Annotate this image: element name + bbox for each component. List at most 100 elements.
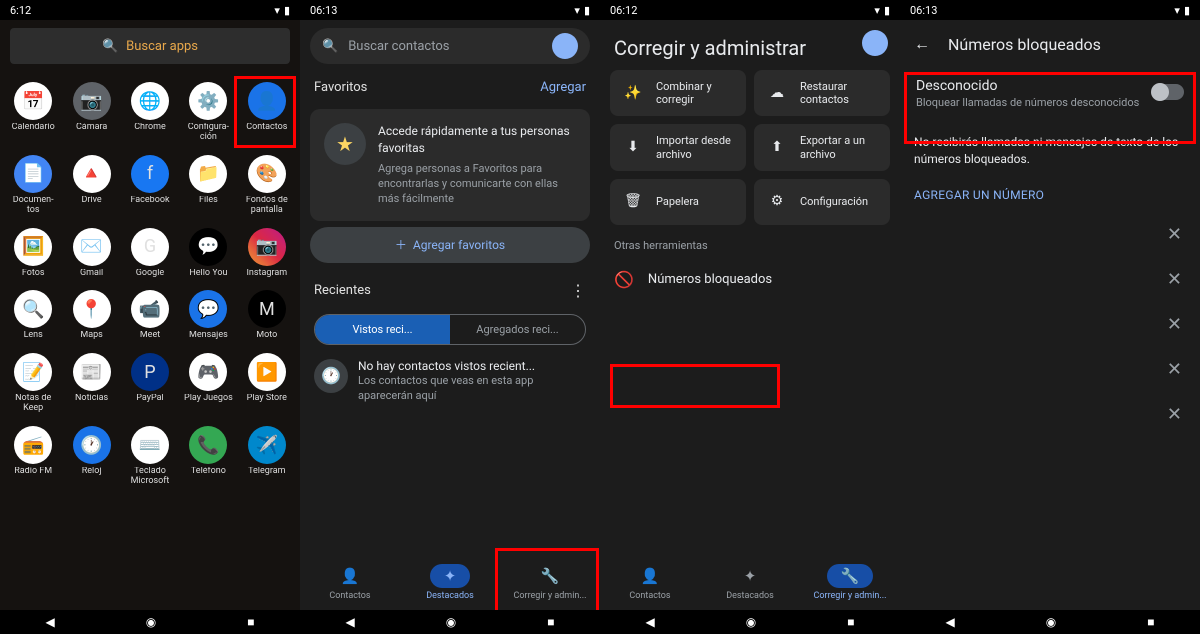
app-mensajes[interactable]: 💬Mensajes (179, 286, 237, 345)
app-telfono[interactable]: 📞Teléfono (179, 422, 237, 491)
app-chrome[interactable]: 🌐Chrome (121, 78, 179, 147)
app-helloyou[interactable]: 💬Hello You (179, 224, 237, 283)
nav-recent-icon[interactable]: ■ (247, 615, 254, 629)
action-card[interactable]: ⬇Importar desde archivo (610, 124, 746, 170)
remove-icon[interactable]: ✕ (1167, 404, 1182, 425)
app-fotos[interactable]: 🖼️Fotos (4, 224, 62, 283)
wifi-icon: ▾ (874, 4, 880, 17)
nav-contacts[interactable]: 👤Contactos (600, 554, 700, 610)
action-card[interactable]: ✨Combinar y corregir (610, 70, 746, 116)
app-label: Play Store (247, 394, 287, 404)
nav-back-icon[interactable]: ◀ (346, 615, 355, 629)
app-icon: 🕐 (73, 426, 111, 464)
search-apps-bar[interactable]: 🔍 Buscar apps (10, 28, 290, 64)
app-drive[interactable]: 🔺Drive (62, 151, 120, 220)
app-label: Facebook (130, 196, 169, 206)
favorites-subtitle: Agrega personas a Favoritos para encontr… (378, 161, 576, 207)
app-facebook[interactable]: fFacebook (121, 151, 179, 220)
star-plus-icon: ✦ (730, 564, 771, 588)
app-label: Meet (140, 331, 160, 341)
nav-back-icon[interactable]: ◀ (46, 615, 55, 629)
app-icon: P (131, 353, 169, 391)
favorites-text: Accede rápidamente a tus personas favori… (378, 123, 576, 207)
profile-avatar[interactable] (862, 30, 888, 56)
nav-recent-icon[interactable]: ■ (1147, 615, 1154, 629)
app-moto[interactable]: MMoto (238, 286, 296, 345)
app-configuracin[interactable]: ⚙️Configura-ción (179, 78, 237, 147)
nav-home-icon[interactable]: ◉ (746, 615, 756, 629)
app-radiofm[interactable]: 📻Radio FM (4, 422, 62, 491)
system-nav: ◀ ◉ ■ (900, 610, 1200, 634)
add-number-link[interactable]: AGREGAR UN NÚMERO (900, 178, 1200, 212)
app-cmara[interactable]: 📷Cámara (62, 78, 120, 147)
more-icon[interactable]: ⋮ (570, 281, 586, 300)
status-time: 6:12 (10, 4, 31, 17)
search-contacts-bar[interactable]: 🔍 Buscar contactos (310, 28, 590, 64)
remove-icon[interactable]: ✕ (1167, 224, 1182, 245)
nav-recent-icon[interactable]: ■ (847, 615, 854, 629)
app-meet[interactable]: 📹Meet (121, 286, 179, 345)
page-title: Números bloqueados (948, 35, 1101, 54)
profile-avatar[interactable] (552, 33, 578, 59)
app-label: Fotos (22, 269, 45, 279)
nav-back-icon[interactable]: ◀ (646, 615, 655, 629)
app-icon: 🔺 (73, 155, 111, 193)
nav-fix-manage[interactable]: 🔧Corregir y admin... (800, 554, 900, 610)
app-fondosdepantalla[interactable]: 🎨Fondos de pantalla (238, 151, 296, 220)
status-icons: ▾ ▮ (274, 4, 290, 17)
add-favorites-button[interactable]: ＋ Agregar favoritos (310, 227, 590, 263)
nav-recent-icon[interactable]: ■ (547, 615, 554, 629)
action-icon: 🗑 (620, 189, 646, 215)
action-card[interactable]: ☁Restaurar contactos (754, 70, 890, 116)
status-bar: 06:12 ▾ ▮ (600, 0, 900, 20)
add-link[interactable]: Agregar (540, 80, 586, 95)
app-playstore[interactable]: ▶️Play Store (238, 349, 296, 418)
app-gmail[interactable]: ✉️Gmail (62, 224, 120, 283)
app-instagram[interactable]: 📷Instagram (238, 224, 296, 283)
favorites-card: ★ Accede rápidamente a tus personas favo… (310, 109, 590, 221)
blocked-numbers-row[interactable]: 🚫 Números bloqueados (600, 258, 900, 301)
app-label: Mensajes (189, 331, 228, 341)
app-label: Google (136, 269, 164, 279)
app-calendario[interactable]: 📅Calendario (4, 78, 62, 147)
app-lens[interactable]: 🔍Lens (4, 286, 62, 345)
app-maps[interactable]: 📍Maps (62, 286, 120, 345)
back-arrow-icon[interactable]: ← (914, 34, 930, 54)
remove-icon[interactable]: ✕ (1167, 359, 1182, 380)
app-label: Lens (24, 331, 43, 341)
app-paypal[interactable]: PPayPal (121, 349, 179, 418)
app-reloj[interactable]: 🕐Reloj (62, 422, 120, 491)
nav-contacts[interactable]: 👤Contactos (300, 554, 400, 610)
nav-featured[interactable]: ✦Destacados (700, 554, 800, 610)
tab-added[interactable]: Agregados reci... (450, 315, 585, 344)
battery-icon: ▮ (584, 4, 590, 17)
app-notasdekeep[interactable]: 📝Notas de Keep (4, 349, 62, 418)
app-noticias[interactable]: 📰Noticias (62, 349, 120, 418)
search-icon: 🔍 (322, 39, 338, 54)
app-tecladomicrosoft[interactable]: ⌨️Teclado Microsoft (121, 422, 179, 491)
app-label: Gmail (80, 269, 103, 279)
app-playjuegos[interactable]: 🎮Play Juegos (179, 349, 237, 418)
highlight-unknown (904, 72, 1196, 144)
action-card[interactable]: ⬆Exportar a un archivo (754, 124, 890, 170)
app-google[interactable]: GGoogle (121, 224, 179, 283)
nav-home-icon[interactable]: ◉ (446, 615, 456, 629)
remove-icon[interactable]: ✕ (1167, 269, 1182, 290)
blocked-number-row: ✕ (900, 302, 1200, 347)
battery-icon: ▮ (284, 4, 290, 17)
app-documentos[interactable]: 📄Documen-tos (4, 151, 62, 220)
remove-icon[interactable]: ✕ (1167, 314, 1182, 335)
nav-home-icon[interactable]: ◉ (146, 615, 156, 629)
action-card[interactable]: 🗑Papelera (610, 179, 746, 225)
nav-featured[interactable]: ✦Destacados (400, 554, 500, 610)
nav-back-icon[interactable]: ◀ (946, 615, 955, 629)
app-files[interactable]: 📁Files (179, 151, 237, 220)
tab-viewed[interactable]: Vistos reci... (315, 315, 450, 344)
app-icon: ✈️ (248, 426, 286, 464)
status-icons: ▾ ▮ (1174, 4, 1190, 17)
action-grid: ✨Combinar y corregir☁Restaurar contactos… (600, 70, 900, 225)
recent-text: No hay contactos vistos recient... Los c… (358, 359, 586, 403)
nav-home-icon[interactable]: ◉ (1046, 615, 1056, 629)
action-card[interactable]: ⚙Configuración (754, 179, 890, 225)
app-telegram[interactable]: ✈️Telegram (238, 422, 296, 491)
